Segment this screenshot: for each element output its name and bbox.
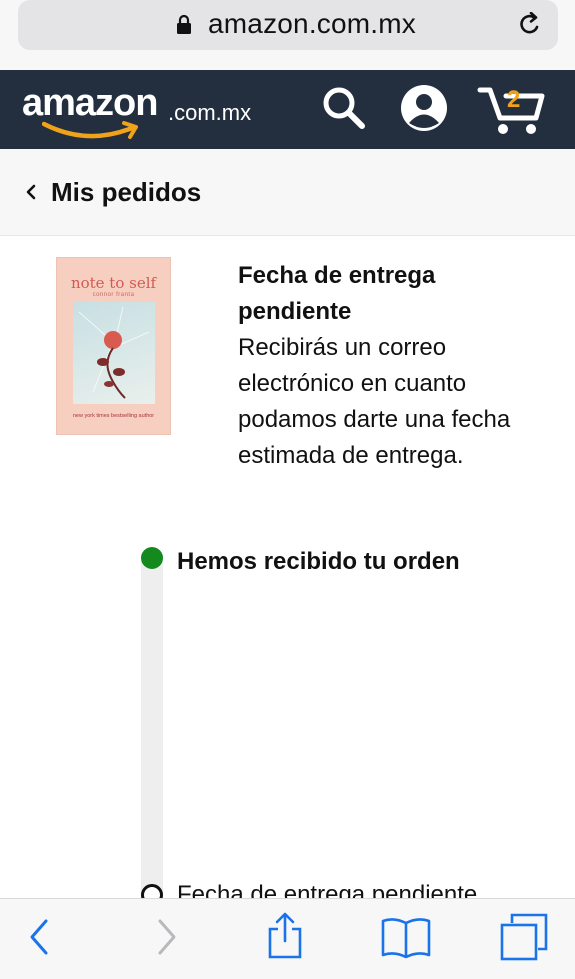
browser-toolbar (0, 898, 575, 979)
tabs-icon[interactable] (500, 913, 548, 961)
delivery-status-description: Recibirás un correo electrónico en cuant… (238, 334, 511, 469)
bookmarks-icon[interactable] (380, 915, 432, 959)
tracking-step-received: Hemos recibido tu orden (177, 548, 460, 575)
breadcrumb[interactable]: Mis pedidos (0, 149, 575, 236)
account-icon[interactable] (398, 82, 450, 134)
forward-icon[interactable] (152, 915, 180, 959)
amazon-logo[interactable]: amazon .com.mx (22, 82, 262, 139)
delivery-status-title: Fecha de entrega pendiente (238, 262, 436, 325)
book-cover-image[interactable]: note to self connor franta new york time… (57, 258, 170, 434)
tracking-progress-track (141, 554, 163, 898)
share-icon[interactable] (266, 911, 304, 961)
book-title: note to self (70, 274, 157, 292)
cover-photo (73, 302, 155, 404)
step-complete-icon (141, 547, 163, 569)
back-icon[interactable] (26, 915, 54, 959)
address-url[interactable]: amazon.com.mx (208, 8, 416, 40)
book-author: connor franta (92, 292, 135, 298)
tracking-step-pending: Fecha de entrega pendiente (177, 881, 478, 898)
logo-wordmark: amazon (22, 82, 158, 124)
search-icon[interactable] (320, 84, 368, 132)
breadcrumb-label[interactable]: Mis pedidos (51, 177, 201, 208)
address-bar[interactable]: amazon.com.mx (18, 0, 558, 50)
cart-count-badge: 2 (507, 86, 521, 113)
order-detail: note to self connor franta new york time… (0, 236, 575, 898)
reload-icon[interactable] (518, 11, 542, 38)
book-tagline: new york times bestselling author (72, 413, 155, 419)
browser-address-area: amazon.com.mx (0, 0, 575, 70)
logo-smile-icon (42, 121, 138, 139)
lock-icon (176, 14, 192, 34)
site-header: amazon .com.mx 2 (0, 70, 575, 149)
logo-domain: .com.mx (168, 100, 252, 125)
chevron-left-icon (25, 184, 37, 200)
